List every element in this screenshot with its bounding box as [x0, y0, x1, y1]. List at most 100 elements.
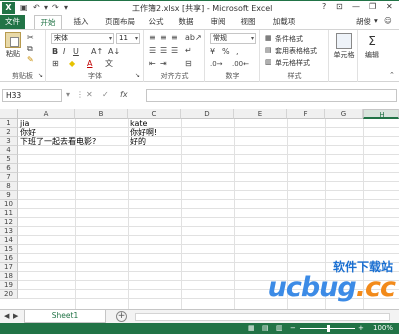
tab-page-layout[interactable]: 页面布局: [100, 15, 140, 29]
cell-styles-button[interactable]: 单元格样式: [275, 58, 310, 68]
column-header-C[interactable]: C: [128, 109, 181, 119]
close-button[interactable]: ✕: [386, 2, 393, 11]
font-name-select[interactable]: 宋体 ▾: [51, 33, 114, 44]
tab-addins[interactable]: 加载项: [268, 15, 300, 29]
name-box-dropdown-icon[interactable]: ▾: [66, 90, 70, 99]
row-header-10[interactable]: 10: [0, 200, 18, 209]
name-box[interactable]: H33: [2, 89, 62, 102]
row-header-5[interactable]: 5: [0, 155, 18, 164]
increase-font-icon[interactable]: A↑: [91, 47, 103, 57]
format-painter-icon[interactable]: ✎: [27, 55, 34, 65]
column-header-A[interactable]: A: [18, 109, 75, 119]
undo-icon[interactable]: ↶: [33, 3, 40, 12]
tab-formulas[interactable]: 公式: [144, 15, 168, 29]
column-header-B[interactable]: B: [75, 109, 128, 119]
row-header-6[interactable]: 6: [0, 164, 18, 173]
enter-button[interactable]: ✓: [102, 90, 109, 99]
select-all-corner[interactable]: [0, 109, 18, 119]
horizontal-scrollbar[interactable]: [135, 313, 390, 321]
row-header-12[interactable]: 12: [0, 218, 18, 227]
orientation-icon[interactable]: ab↗: [185, 33, 202, 43]
column-header-G[interactable]: G: [325, 109, 363, 119]
user-dropdown-icon[interactable]: ▾: [374, 16, 378, 25]
row-header-7[interactable]: 7: [0, 173, 18, 182]
comma-button[interactable]: ,: [236, 47, 239, 57]
phonetic-icon[interactable]: 文: [105, 59, 113, 69]
cell-C2[interactable]: 你好啊!: [130, 128, 157, 137]
editing-button[interactable]: Σ 编辑: [360, 33, 384, 60]
column-header-H[interactable]: H: [363, 109, 399, 119]
bold-button[interactable]: B: [52, 47, 58, 57]
cell-C3[interactable]: 好的: [130, 137, 146, 146]
row-header-2[interactable]: 2: [0, 128, 18, 137]
row-header-4[interactable]: 4: [0, 146, 18, 155]
merge-center-icon[interactable]: ⊟: [185, 59, 192, 69]
minimize-button[interactable]: —: [352, 2, 360, 11]
page-layout-view-icon[interactable]: ▤: [262, 323, 269, 334]
add-sheet-button[interactable]: +: [116, 311, 127, 322]
decrease-indent-icon[interactable]: ⇤: [149, 59, 156, 69]
zoom-out-icon[interactable]: −: [290, 323, 296, 334]
user-name[interactable]: 胡俊: [356, 16, 371, 27]
normal-view-icon[interactable]: ▦: [248, 323, 255, 334]
row-header-8[interactable]: 8: [0, 182, 18, 191]
save-icon[interactable]: ▣: [20, 3, 28, 12]
row-header-9[interactable]: 9: [0, 191, 18, 200]
row-header-17[interactable]: 17: [0, 263, 18, 272]
scroll-left-icon[interactable]: ◀: [4, 311, 9, 321]
scroll-right-icon[interactable]: ▶: [13, 311, 18, 321]
percent-button[interactable]: %: [222, 47, 230, 57]
formula-input[interactable]: [146, 89, 397, 102]
row-header-15[interactable]: 15: [0, 245, 18, 254]
align-left-icon[interactable]: ☰: [149, 46, 156, 56]
increase-indent-icon[interactable]: ⇥: [160, 59, 167, 69]
undo-dropdown-icon[interactable]: ▾: [44, 3, 48, 12]
cell-A1[interactable]: jia: [20, 119, 29, 128]
wrap-text-icon[interactable]: ↵: [185, 46, 192, 56]
currency-icon[interactable]: ¥: [210, 47, 215, 57]
help-button[interactable]: ?: [322, 2, 326, 11]
zoom-in-icon[interactable]: +: [358, 323, 364, 334]
number-format-select[interactable]: 常规 ▾: [210, 33, 256, 44]
row-header-14[interactable]: 14: [0, 236, 18, 245]
increase-decimal-icon[interactable]: .0→: [210, 59, 223, 69]
font-color-button[interactable]: A: [87, 59, 92, 69]
cell-C1[interactable]: kate: [130, 119, 147, 128]
tab-insert[interactable]: 插入: [68, 15, 94, 29]
tab-data[interactable]: 数据: [174, 15, 198, 29]
cell-A3[interactable]: 下班了一起去看电影?: [20, 137, 96, 146]
column-header-E[interactable]: E: [234, 109, 287, 119]
page-break-view-icon[interactable]: ▥: [276, 323, 283, 334]
align-bottom-icon[interactable]: ≡: [171, 33, 178, 43]
tab-view[interactable]: 视图: [236, 15, 260, 29]
ribbon-display-options-icon[interactable]: ⊡: [336, 2, 343, 11]
insert-function-button[interactable]: fx: [120, 90, 128, 99]
copy-icon[interactable]: ⧉: [27, 44, 33, 54]
font-launcher-icon[interactable]: ↘: [135, 71, 140, 81]
zoom-slider-knob[interactable]: [327, 325, 330, 332]
paste-button[interactable]: 粘贴: [3, 32, 23, 59]
row-header-13[interactable]: 13: [0, 227, 18, 236]
column-header-F[interactable]: F: [287, 109, 325, 119]
underline-button[interactable]: U: [73, 47, 79, 57]
align-middle-icon[interactable]: ≡: [160, 33, 167, 43]
sheet-tab-sheet1[interactable]: Sheet1: [24, 310, 106, 323]
clipboard-launcher-icon[interactable]: ↘: [38, 71, 43, 81]
align-center-icon[interactable]: ☰: [160, 46, 167, 56]
row-header-16[interactable]: 16: [0, 254, 18, 263]
borders-icon[interactable]: ⊞: [52, 59, 59, 69]
tab-home[interactable]: 开始: [34, 15, 62, 29]
row-header-11[interactable]: 11: [0, 209, 18, 218]
cells-button[interactable]: 单元格: [331, 33, 357, 60]
cond-format-button[interactable]: 条件格式: [275, 34, 303, 44]
row-header-19[interactable]: 19: [0, 281, 18, 290]
cut-icon[interactable]: ✂: [27, 33, 34, 43]
align-right-icon[interactable]: ☰: [171, 46, 178, 56]
row-header-1[interactable]: 1: [0, 119, 18, 128]
tab-file[interactable]: 文件: [0, 15, 25, 29]
fill-color-icon[interactable]: ◆: [69, 59, 75, 69]
table-format-button[interactable]: 套用表格格式: [275, 46, 317, 56]
row-header-18[interactable]: 18: [0, 272, 18, 281]
decrease-font-icon[interactable]: A↓: [108, 47, 120, 57]
zoom-level[interactable]: 100%: [373, 323, 393, 334]
